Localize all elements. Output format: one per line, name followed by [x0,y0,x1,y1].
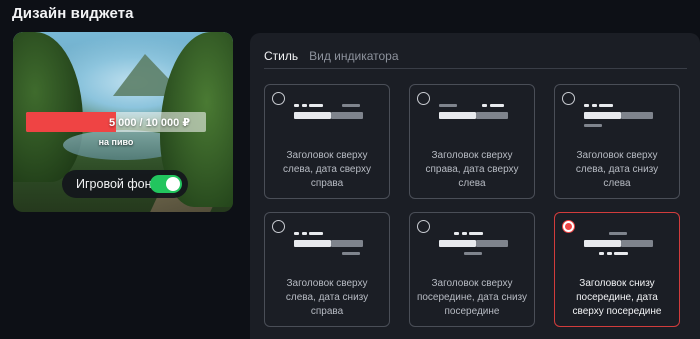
style-settings-panel: Стиль Вид индикатора Заголовок сверху сл… [250,33,700,339]
style-option-caption: Заголовок снизу посередине, дата сверху … [572,278,662,317]
style-option-caption: Заголовок сверху слева, дата сверху спра… [283,150,371,189]
style-option-top-center-date-bottom-center[interactable]: Заголовок сверху посередине, дата снизу … [409,212,535,327]
style-option-caption: Заголовок сверху справа, дата сверху сле… [425,150,519,189]
goal-label: на пиво [98,137,134,147]
game-background-toggle[interactable]: Игровой фон [62,170,188,198]
style-option-caption: Заголовок сверху слева, дата снизу справ… [285,278,369,317]
style-option-top-left-date-bottom-right[interactable]: Заголовок сверху слева, дата снизу справ… [264,212,390,327]
game-background-toggle-label: Игровой фон [76,177,152,191]
tab-indicator-view[interactable]: Вид индикатора [309,49,398,63]
progress-bar: 5 000 / 10 000 ₽ [26,112,206,132]
page-title: Дизайн виджета [12,5,134,22]
layout-thumbnail [265,227,389,263]
preview-background-foliage-left [13,32,83,182]
style-option-bottom-center-date-top-center[interactable]: Заголовок снизу посередине, дата сверху … [554,212,680,327]
layout-thumbnail [410,227,534,263]
style-option-caption: Заголовок сверху посередине, дата снизу … [416,278,528,317]
style-option-top-left-date-top-right[interactable]: Заголовок сверху слева, дата сверху спра… [264,84,390,199]
tab-style[interactable]: Стиль [264,49,298,63]
style-option-caption: Заголовок сверху слева, дата снизу слева [575,150,659,189]
widget-preview: 5 000 / 10 000 ₽ на пиво Игровой фон [13,32,233,212]
layout-thumbnail [555,99,679,135]
layout-thumbnail [555,227,679,263]
progress-text: 5 000 / 10 000 ₽ [108,116,190,129]
layout-thumbnail [265,99,389,135]
toggle-switch[interactable] [150,175,182,193]
layout-thumbnail [410,99,534,135]
style-option-top-right-date-top-left[interactable]: Заголовок сверху справа, дата сверху сле… [409,84,535,199]
tabs-divider [264,68,687,69]
toggle-knob [166,177,180,191]
style-option-top-left-date-bottom-left[interactable]: Заголовок сверху слева, дата снизу слева [554,84,680,199]
tabs: Стиль Вид индикатора [264,49,399,63]
